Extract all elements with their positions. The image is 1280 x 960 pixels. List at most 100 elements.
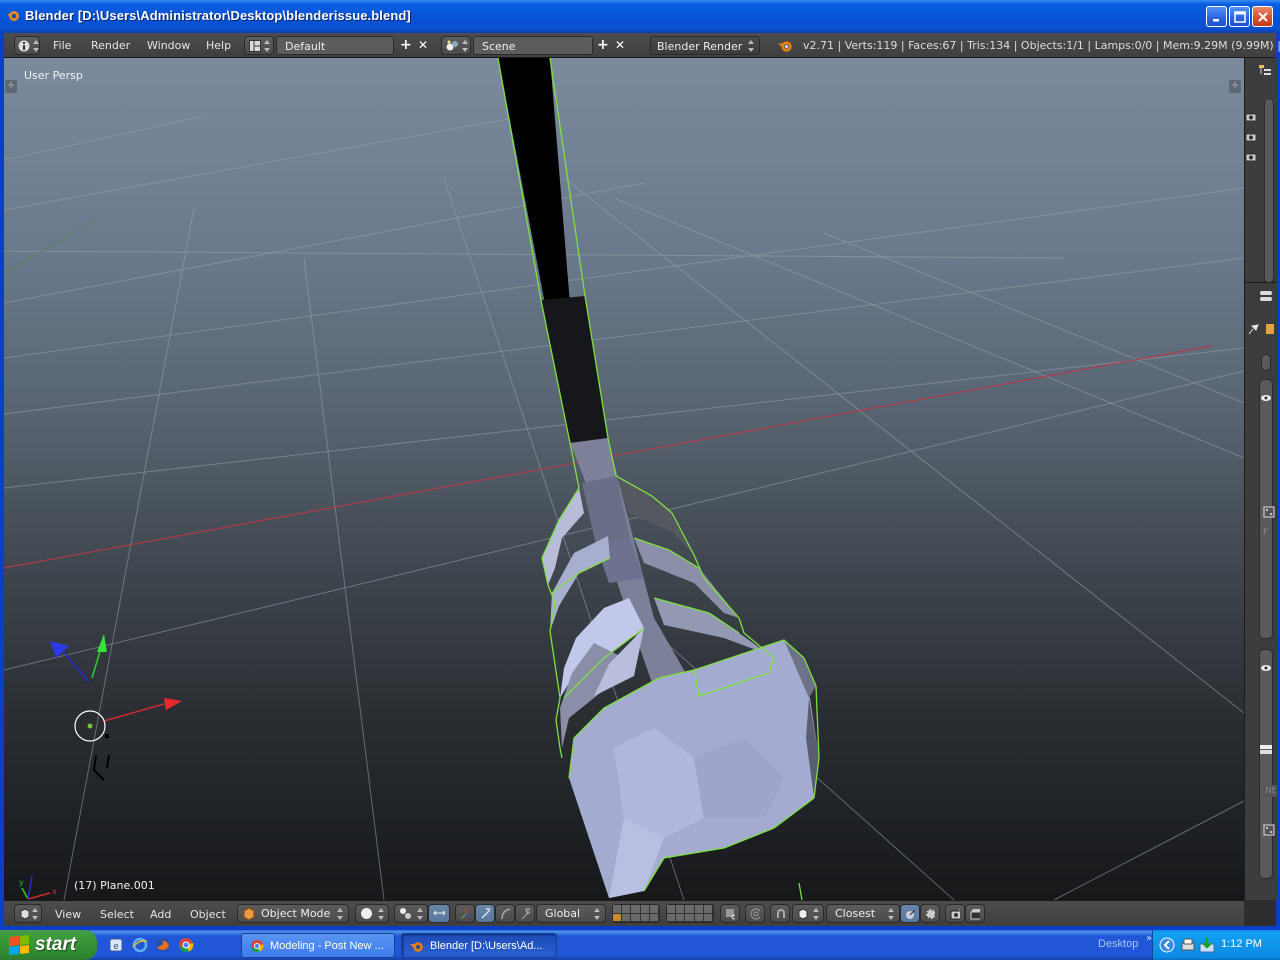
menu-file[interactable]: File	[53, 39, 71, 52]
render-visibility-icon[interactable]	[1245, 111, 1259, 123]
minimize-icon	[1212, 18, 1219, 21]
snap-project-button[interactable]	[920, 904, 940, 923]
remove-screen-button[interactable]: ✕	[418, 37, 428, 53]
opengl-render-button[interactable]	[945, 904, 965, 923]
screen-layout-field[interactable]: Default	[276, 36, 394, 55]
scene-field[interactable]: Scene	[473, 36, 593, 55]
taskbar-item-blender[interactable]: Blender [D:\Users\Ad...	[401, 933, 557, 958]
editor-type-selector[interactable]	[14, 36, 40, 55]
y-axis-line	[4, 217, 100, 274]
screen-layout-selector[interactable]	[244, 36, 274, 55]
scale-icon	[521, 908, 530, 920]
grid-line	[4, 257, 1244, 415]
snap-target-value: Closest	[835, 907, 876, 920]
internet-explorer-icon[interactable]	[132, 937, 148, 953]
download-tray-icon[interactable]	[1199, 937, 1215, 953]
show-hidden-icons-button[interactable]	[1159, 937, 1175, 953]
mini-x-label: x	[52, 887, 57, 896]
grid-line	[63, 207, 195, 900]
manipulator-center-toggle[interactable]	[428, 904, 450, 923]
proportional-editing-button[interactable]	[745, 904, 765, 923]
snap-increment-icon	[798, 907, 808, 920]
manipulator-center-icon	[433, 910, 445, 916]
editor-type-selector[interactable]	[14, 904, 42, 923]
lock-layers-button[interactable]	[720, 904, 740, 923]
snap-magnet-icon	[777, 908, 785, 918]
start-button[interactable]: start	[0, 930, 97, 960]
snap-project-icon	[926, 908, 935, 919]
y-axis-handle[interactable]	[91, 647, 102, 679]
snap-align-rotation-button[interactable]	[900, 904, 920, 923]
system-clock[interactable]: 1:12 PM	[1221, 938, 1262, 950]
window-title-bar[interactable]: Blender [D:\Users\Administrator\Desktop\…	[0, 0, 1280, 33]
layer-buttons-group-2[interactable]	[666, 904, 714, 923]
rotate-manipulator-button[interactable]	[495, 904, 515, 923]
add-scene-button[interactable]: +	[597, 37, 609, 53]
pin-icon[interactable]	[1247, 322, 1261, 334]
add-screen-button[interactable]: +	[400, 37, 412, 53]
snap-target-dropdown[interactable]: Closest	[826, 904, 900, 923]
layer-buttons-group-1[interactable]	[612, 904, 660, 923]
menu-object[interactable]: Object	[190, 908, 226, 921]
render-visibility-icon[interactable]	[1245, 131, 1259, 143]
render-engine-value: Blender Render	[657, 40, 743, 53]
taskbar-item-chrome[interactable]: Modeling - Post New ...	[241, 933, 395, 958]
selected-mesh-object[interactable]	[497, 58, 820, 900]
modifier-icon[interactable]	[1259, 743, 1273, 755]
properties-icon[interactable]	[1259, 290, 1273, 302]
properties-toggle[interactable]: +	[1229, 80, 1241, 93]
x-axis-handle[interactable]	[103, 703, 165, 722]
manipulator-toggle[interactable]	[455, 904, 475, 923]
menu-window[interactable]: Window	[147, 39, 190, 52]
scale-manipulator-button[interactable]	[515, 904, 535, 923]
svg-text:e: e	[113, 942, 119, 952]
menu-view[interactable]: View	[55, 908, 81, 921]
transform-orientation-dropdown[interactable]: Global	[536, 904, 606, 923]
chrome-icon[interactable]	[178, 937, 194, 953]
minimize-button[interactable]	[1206, 6, 1227, 27]
render-engine-dropdown[interactable]: Blender Render	[650, 36, 760, 55]
transform-manipulator[interactable]	[50, 634, 182, 781]
mode-dropdown[interactable]: Object Mode	[237, 904, 349, 923]
viewport-shading-dropdown[interactable]	[355, 904, 389, 923]
solid-shading-icon	[361, 908, 372, 919]
menu-render[interactable]: Render	[91, 39, 130, 52]
menu-select[interactable]: Select	[100, 908, 134, 921]
snap-element-dropdown[interactable]	[792, 904, 824, 923]
constraint-icon[interactable]	[1263, 824, 1277, 836]
desktop-toolbar-label[interactable]: Desktop	[1098, 938, 1138, 950]
opengl-animation-button[interactable]	[965, 904, 985, 923]
printer-icon[interactable]	[1180, 937, 1196, 953]
properties-scroll-arrows[interactable]	[1261, 354, 1271, 371]
grid-line	[563, 177, 1244, 714]
x-arrow-icon	[164, 698, 182, 710]
mini-y-axis	[21, 887, 29, 900]
outliner-scrollbar[interactable]	[1264, 98, 1274, 283]
3d-viewport[interactable]: User Persp + + x y (17) Plane.001	[4, 58, 1244, 900]
properties-scrollbar-lower[interactable]	[1259, 649, 1273, 879]
visibility-eye-icon[interactable]	[1260, 662, 1274, 674]
task-label: Modeling - Post New ...	[270, 939, 384, 952]
firefox-icon[interactable]	[155, 937, 171, 953]
visibility-eye-icon[interactable]	[1260, 392, 1274, 404]
outliner-icon[interactable]	[1258, 64, 1272, 76]
scene-canvas[interactable]	[4, 58, 1244, 900]
menu-add[interactable]: Add	[150, 908, 171, 921]
menu-help[interactable]: Help	[206, 39, 231, 52]
maximize-button[interactable]	[1229, 6, 1250, 27]
scene-selector[interactable]	[441, 36, 471, 55]
outline-segment	[798, 882, 803, 900]
pivot-point-dropdown[interactable]	[394, 904, 428, 923]
pivot-marker	[105, 734, 109, 738]
desktop-cleanup-icon[interactable]: e	[108, 937, 124, 953]
snap-toggle-button[interactable]	[770, 904, 790, 923]
scene-context-icon[interactable]	[1263, 322, 1277, 334]
toolshelf-toggle[interactable]: +	[5, 80, 17, 93]
remove-scene-button[interactable]: ✕	[615, 37, 625, 53]
constraint-icon[interactable]	[1263, 506, 1277, 518]
render-visibility-icon[interactable]	[1245, 151, 1259, 163]
translate-manipulator-button[interactable]	[475, 904, 495, 923]
close-icon	[1257, 11, 1268, 22]
close-button[interactable]	[1252, 6, 1273, 27]
y-arrow-icon	[97, 634, 107, 652]
